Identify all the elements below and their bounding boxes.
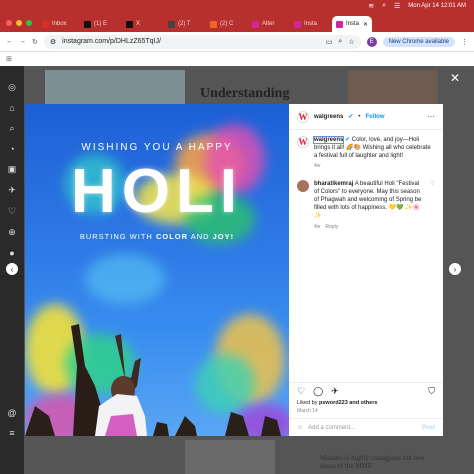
site-info-icon[interactable]: ⚙: [50, 38, 56, 46]
reply-button[interactable]: Reply: [325, 224, 338, 230]
url-text: instagram.com/p/DHLzZ65TqIJ/: [62, 38, 161, 45]
bookmark-star-icon[interactable]: ☆: [348, 38, 354, 46]
tab-5[interactable]: Alter: [248, 16, 288, 32]
post-date: March 14: [297, 408, 318, 414]
image-greeting-text: WISHING YOU A HAPPY: [81, 142, 233, 153]
menu-dots-icon[interactable]: ⋮: [461, 38, 468, 46]
search-icon[interactable]: ⌕: [382, 2, 386, 10]
tab-favicon-icon: [126, 20, 133, 28]
post-options-icon[interactable]: ···: [427, 112, 435, 121]
post-author-username[interactable]: walgreens: [314, 114, 343, 120]
background-photo: [348, 70, 438, 104]
previous-post-button[interactable]: ‹: [6, 263, 18, 275]
messages-icon[interactable]: ✈: [8, 185, 16, 196]
mac-menubar: ≋ ⌕ ☰ Mon Apr 14 12:01 AM: [0, 0, 474, 12]
url-field[interactable]: ⚙ instagram.com/p/DHLzZ65TqIJ/ ▭ ⌕ ☆: [43, 34, 361, 49]
cast-icon[interactable]: ▭: [326, 38, 333, 46]
post-header: W walgreens ✔ • Follow ···: [289, 104, 443, 130]
tab-1[interactable]: (1) E: [80, 16, 120, 32]
close-modal-icon[interactable]: ✕: [450, 71, 460, 85]
caption-age: 4w: [314, 163, 321, 170]
close-tab-icon[interactable]: ✕: [363, 21, 368, 28]
home-icon[interactable]: ⌂: [9, 103, 14, 113]
comment-username[interactable]: bharatikemraj: [314, 181, 353, 187]
zoom-icon[interactable]: ⌕: [338, 38, 342, 46]
background-image: [45, 70, 185, 104]
search-nav-icon[interactable]: ⌕: [9, 123, 14, 134]
profile-avatar[interactable]: E: [366, 36, 377, 47]
tab-2[interactable]: X: [122, 16, 162, 32]
caption-row: W walgreens ✔ Color, love, and joy—Holi …: [297, 136, 435, 170]
profile-nav-icon[interactable]: ●: [9, 248, 14, 258]
verified-badge-icon: ✔: [348, 114, 354, 120]
comment-age: 4w: [314, 223, 321, 230]
apps-grid-icon[interactable]: ⊞: [6, 55, 12, 63]
background-image-bottom: [185, 440, 275, 474]
comment-like-icon[interactable]: ♡: [430, 180, 435, 230]
tab-favicon-icon: [84, 20, 91, 28]
verified-badge-icon: ✔: [345, 137, 351, 143]
comment-icon[interactable]: ◯: [313, 386, 323, 397]
tab-0[interactable]: Inbox: [38, 16, 78, 32]
follow-button[interactable]: Follow: [366, 114, 385, 120]
zoom-window-button[interactable]: [26, 20, 32, 26]
notifications-icon[interactable]: ♡: [8, 206, 16, 217]
control-center-icon[interactable]: ☰: [394, 2, 400, 10]
minimize-window-button[interactable]: [16, 20, 22, 26]
tab-favicon-icon: [168, 20, 175, 28]
comments-list[interactable]: W walgreens ✔ Color, love, and joy—Holi …: [289, 130, 443, 382]
tab-favicon-icon: [294, 20, 301, 28]
save-icon[interactable]: ⛉: [428, 386, 435, 397]
separator-dot: •: [358, 113, 361, 120]
more-menu-icon[interactable]: ≡: [9, 428, 14, 438]
tab-6[interactable]: Insta: [290, 16, 330, 32]
back-icon[interactable]: ←: [6, 38, 13, 45]
like-icon[interactable]: ♡: [297, 386, 305, 397]
post-actions: ♡ ◯ ✈ ⛉: [289, 382, 443, 400]
tab-4[interactable]: (2) C: [206, 16, 246, 32]
new-chrome-button[interactable]: New Chrome available: [382, 36, 455, 47]
forward-icon[interactable]: →: [19, 38, 26, 45]
caption-username[interactable]: walgreens: [312, 136, 345, 144]
background-headline: Understanding: [200, 86, 290, 101]
wifi-icon[interactable]: ≋: [368, 2, 374, 10]
menubar-clock[interactable]: Mon Apr 14 12:01 AM: [408, 3, 466, 9]
create-icon[interactable]: ⊕: [8, 227, 16, 238]
post-modal: WISHING YOU A HAPPY HOLI BURSTING WITH C…: [25, 104, 443, 436]
image-holi-title: HOLI: [70, 157, 244, 226]
window-controls: [4, 20, 38, 32]
tab-favicon-icon: [336, 20, 343, 28]
walgreens-avatar[interactable]: W: [297, 136, 309, 148]
emoji-icon[interactable]: ☺: [297, 425, 303, 431]
tab-active[interactable]: Insta ✕: [332, 16, 372, 32]
add-comment-input[interactable]: Add a comment...: [308, 425, 355, 431]
address-bar-row: ← → ↻ ⚙ instagram.com/p/DHLzZ65TqIJ/ ▭ ⌕…: [0, 32, 474, 52]
reels-icon[interactable]: ▣: [8, 164, 17, 175]
share-icon[interactable]: ✈: [331, 386, 339, 397]
background-article-text: Measles is highly contagious but two dos…: [320, 454, 425, 470]
reload-icon[interactable]: ↻: [32, 38, 38, 46]
crowd-illustration: [25, 324, 281, 436]
post-comment-button[interactable]: Post: [422, 425, 435, 431]
image-tagline: BURSTING WITH COLOR AND JOY!: [79, 232, 235, 241]
tab-favicon-icon: [252, 20, 259, 28]
comment-row: bharatikemraj A beautiful Holi "Festival…: [297, 180, 435, 230]
next-post-button[interactable]: ›: [449, 263, 461, 275]
walgreens-avatar[interactable]: W: [297, 110, 309, 123]
post-image[interactable]: WISHING YOU A HAPPY HOLI BURSTING WITH C…: [25, 104, 289, 436]
add-comment-row: ☺ Add a comment... Post: [289, 418, 443, 436]
instagram-logo-icon[interactable]: ◎: [8, 82, 16, 93]
close-window-button[interactable]: [6, 20, 12, 26]
bookmarks-bar: ⊞: [0, 52, 474, 66]
threads-icon[interactable]: @: [7, 408, 16, 418]
tab-3[interactable]: (2) T: [164, 16, 204, 32]
post-sidebar: W walgreens ✔ • Follow ··· W walgreens ✔…: [289, 104, 443, 436]
explore-icon[interactable]: ◔: [9, 144, 14, 154]
tab-bar: Inbox (1) E X (2) T (2) C Alter Insta In…: [0, 12, 474, 32]
tab-favicon-icon: [42, 20, 49, 28]
commenter-avatar[interactable]: [297, 180, 309, 193]
tab-favicon-icon: [210, 20, 217, 28]
